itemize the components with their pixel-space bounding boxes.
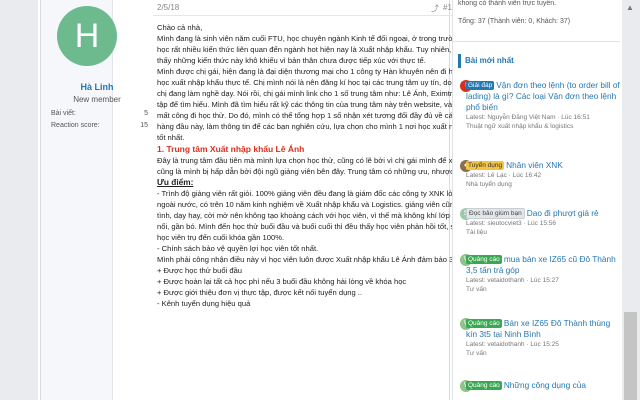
prefix-badge[interactable]: Đọc bảo giùm bạn xyxy=(466,208,525,219)
user-stat-posts: Bài viết: 5 xyxy=(51,110,148,117)
stat-label: Reaction score: xyxy=(51,122,100,129)
new-posts-header[interactable]: Bài mới nhất xyxy=(458,54,618,68)
forum-post: H Hà Linh New member Bài viết: 5 Reactio… xyxy=(40,0,491,400)
paragraph: Mình đang là sinh viên năm cuối FTU, học… xyxy=(157,34,485,65)
stat-value: 15 xyxy=(140,122,148,129)
post-content: Chào cả nhà, Mình đang là sinh viên năm … xyxy=(157,22,491,309)
prefix-badge[interactable]: Tuyển dụng xyxy=(466,161,505,170)
thread-latest: Latest: sieutocviet3 · Lúc 15:56 xyxy=(466,220,556,227)
pros-item: + Được học thử buổi đầu xyxy=(157,266,243,275)
pros-item: - Chính sách bảo vệ quyền lợi học viên t… xyxy=(157,244,319,253)
stat-value: 5 xyxy=(144,110,148,117)
prefix-badge[interactable]: Giải đáp xyxy=(466,81,495,90)
post-date[interactable]: 2/5/18 xyxy=(157,3,179,12)
scroll-up-icon[interactable]: ▲ xyxy=(626,4,636,12)
stat-label: Bài viết: xyxy=(51,110,76,117)
section-heading: 1. Trung tâm Xuất nhập khẩu Lê Ánh xyxy=(157,144,305,154)
pros-label: Ưu điểm: xyxy=(157,177,194,187)
prefix-badge[interactable]: Quảng cáo xyxy=(466,381,502,390)
thread-forum[interactable]: Nhà tuyển dụng xyxy=(466,180,620,189)
thread-latest: Latest: vetaidothanh · Lúc 15:25 xyxy=(466,341,559,348)
pros-item: + Được giới thiệu đơn vị thực tập, được … xyxy=(157,288,363,297)
online-members-text: khong có thành viên trực tuyến. xyxy=(458,0,557,7)
post-number[interactable]: #1 xyxy=(443,3,452,12)
user-stat-reaction: Reaction score: 15 xyxy=(51,122,148,129)
scrollbar-thumb[interactable] xyxy=(624,312,637,400)
share-icon[interactable]: ⤴ xyxy=(431,3,439,14)
prefix-badge[interactable]: Quảng cáo xyxy=(466,319,502,328)
thread-forum[interactable]: Tài liệu xyxy=(466,228,620,237)
avatar[interactable]: H xyxy=(57,6,117,66)
thread-latest: Latest: Nguyễn Đăng Việt Nam · Lúc 16:51 xyxy=(466,114,590,121)
greeting: Chào cả nhà, xyxy=(157,23,203,32)
thread-latest: Latest: Lê Lạc · Lúc 16:42 xyxy=(466,172,542,179)
username-link[interactable]: Hà Linh xyxy=(41,82,153,92)
pros-item: - Trình độ giảng viên rất giỏi. 100% giả… xyxy=(157,189,488,242)
thread-forum[interactable]: Thuật ngữ xuất nhập khẩu & logistics xyxy=(466,122,620,131)
online-total: Tổng: 37 (Thành viên: 0, Khách: 37) xyxy=(458,18,571,25)
thread-title-link[interactable]: Nhân viên XNK xyxy=(506,160,563,170)
prefix-badge[interactable]: Quảng cáo xyxy=(466,255,502,264)
user-title: New member xyxy=(73,95,121,104)
thread-forum[interactable]: Tư vấn xyxy=(466,285,620,294)
pros-item: + Được hoàn lại tất cả học phí nếu 3 buổ… xyxy=(157,277,407,286)
divider xyxy=(153,15,491,16)
thread-latest: Latest: vetaidothanh · Lúc 15:27 xyxy=(466,277,559,284)
pros-item: Mình phải công nhận điều này vì học viên… xyxy=(157,255,489,264)
block-divider xyxy=(452,32,620,42)
thread-title-link[interactable]: Dao đi phượt giá rẻ xyxy=(527,208,599,218)
paragraph: Mình được chị gái, hiện đang là đại diện… xyxy=(157,67,491,142)
left-gutter xyxy=(0,0,38,400)
thread-forum[interactable]: Tư vấn xyxy=(466,349,620,358)
pros-item: - Kênh tuyển dụng hiệu quả xyxy=(157,299,251,308)
paragraph: Đây là trung tâm đầu tiên mà mình lựa ch… xyxy=(157,156,489,176)
thread-title-link[interactable]: Những công dụng của xyxy=(504,380,586,390)
